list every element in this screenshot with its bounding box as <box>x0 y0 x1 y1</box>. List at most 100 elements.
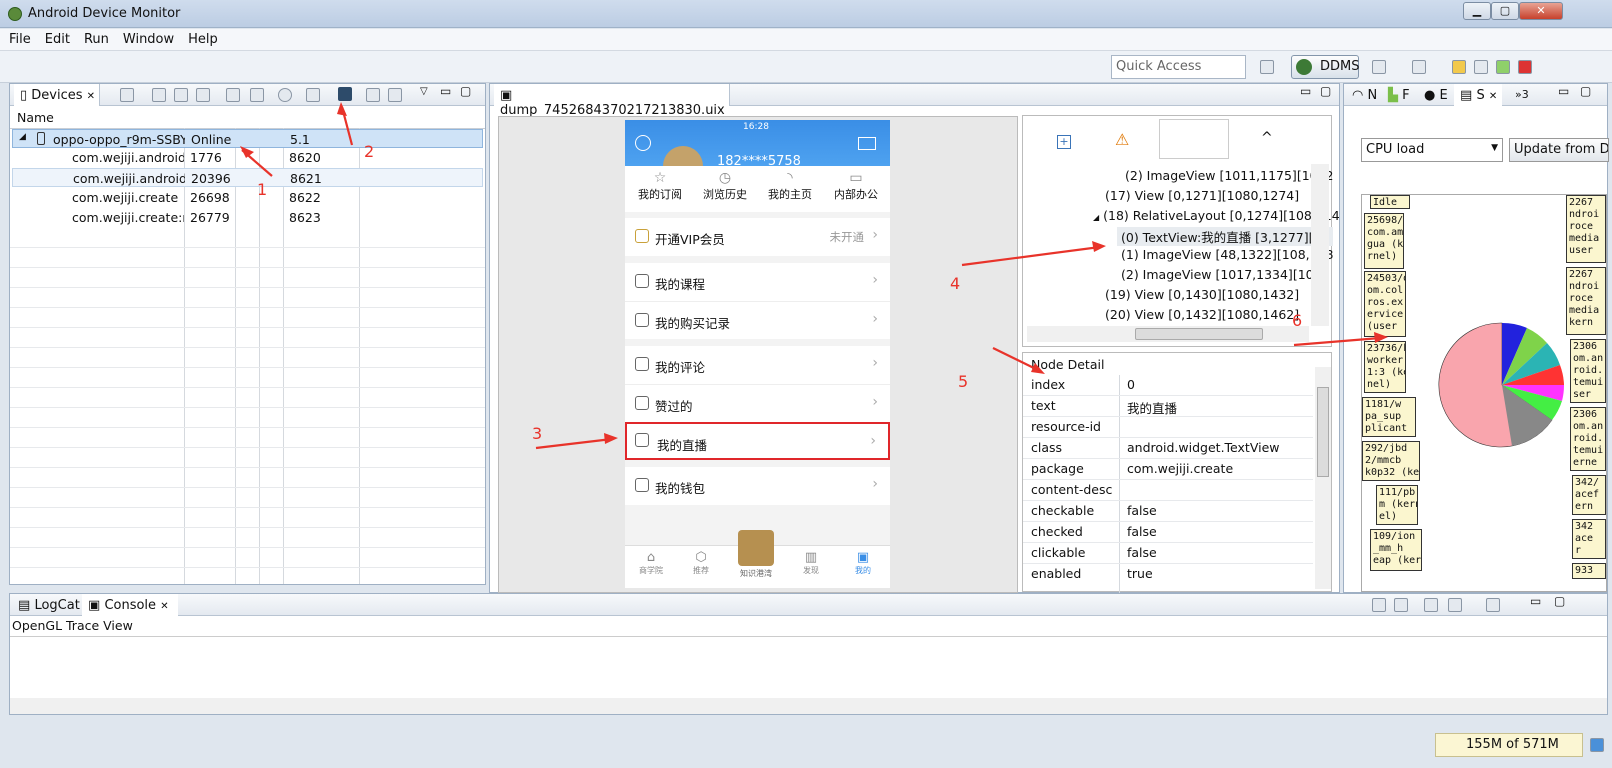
dump-hprof-icon[interactable] <box>174 88 188 102</box>
menu-item-purchases[interactable]: 我的购买记录 › <box>625 301 890 339</box>
close-icon[interactable]: ✕ <box>160 601 168 612</box>
threads-icon[interactable] <box>226 88 240 102</box>
tab-logcat[interactable]: ▤ LogCat <box>12 594 80 613</box>
tree-node[interactable]: (20) View [0,1432][1080,1462] <box>1105 307 1299 322</box>
menu-run[interactable]: Run <box>75 29 114 47</box>
toolbar-action-icon[interactable] <box>1372 60 1386 74</box>
device-row[interactable]: ◢ oppo-oppo_r9m-SSBY2 Online 5.1 <box>12 129 483 148</box>
settings-icon[interactable] <box>635 135 651 151</box>
client-row[interactable]: com.wejiji.android.b 20396 8621 <box>12 168 483 187</box>
collapse-icon[interactable]: ◢ <box>1093 213 1099 222</box>
tree-vertical-scrollbar[interactable] <box>1311 164 1329 326</box>
tree-node-selected[interactable]: (0) TextView:我的直播 [3,1277][10 <box>1117 227 1334 246</box>
expand-all-icon[interactable]: + <box>1057 135 1071 149</box>
shortcut-office[interactable]: ▭ 内部办公 <box>828 170 884 202</box>
detail-value[interactable]: 0 <box>1127 377 1135 392</box>
display-console-icon[interactable] <box>1448 598 1462 612</box>
shortcut-homepage[interactable]: ◝ 我的主页 <box>765 170 815 202</box>
maximize-view-icon[interactable]: ▢ <box>1320 84 1331 98</box>
scroll-thumb[interactable] <box>1317 387 1329 477</box>
maximize-view-icon[interactable]: ▢ <box>460 84 471 98</box>
detail-value[interactable]: android.widget.TextView <box>1127 440 1279 455</box>
tree-node[interactable]: (1) ImageView [48,1322][108,138 <box>1121 247 1333 262</box>
memory-status[interactable]: 155M of 571M <box>1435 733 1583 757</box>
phone-screenshot[interactable]: 16:28 182****5758 ☆ 我的订阅 ◷ 浏览历史 ◝ 我的主页 ▭ 内部办… <box>625 120 890 588</box>
detail-value[interactable]: false <box>1127 524 1157 539</box>
tab-system-info[interactable]: ▤ S ✕ <box>1454 84 1502 106</box>
tree-node[interactable]: (2) ImageView [1011,1175][1032 <box>1125 168 1334 183</box>
menu-item-wallet[interactable]: 我的钱包 › <box>625 467 890 505</box>
detail-value[interactable]: false <box>1127 503 1157 518</box>
tab-emulator[interactable]: ● E <box>1418 84 1448 103</box>
tab-file-explorer[interactable]: ▙ F <box>1382 84 1410 103</box>
nav-recommend[interactable]: ⬡ 推荐 <box>681 550 721 576</box>
view-menu-icon[interactable]: ▽ <box>420 86 428 97</box>
mail-icon[interactable] <box>858 137 876 150</box>
dump-tab[interactable]: ▣ dump_7452684370217213830.uix ✕ <box>494 84 730 132</box>
menu-item-comments[interactable]: 我的评论 › <box>625 346 890 384</box>
clear-console-icon[interactable] <box>1372 598 1386 612</box>
collapse-icon[interactable]: ◢ <box>19 132 26 142</box>
gc-icon[interactable] <box>196 88 210 102</box>
menu-window[interactable]: Window <box>114 29 179 47</box>
quick-access-input[interactable]: Quick Access <box>1111 55 1246 79</box>
minimize-view-icon[interactable]: ▭ <box>1558 84 1569 98</box>
menu-item-courses[interactable]: 我的课程 › <box>625 263 890 301</box>
shortcut-history[interactable]: ◷ 浏览历史 <box>700 170 750 202</box>
detail-scrollbar[interactable] <box>1315 367 1331 589</box>
detail-value[interactable]: false <box>1127 545 1157 560</box>
menu-item-live[interactable]: 我的直播 › <box>625 422 890 460</box>
maximize-view-icon[interactable]: ▢ <box>1580 84 1591 98</box>
close-icon[interactable]: ✕ <box>1489 91 1497 102</box>
dump-ui-hierarchy-icon[interactable] <box>338 87 352 101</box>
nav-mine[interactable]: ▣ 我的 <box>843 550 883 576</box>
vip-row[interactable]: 开通VIP会员 未开通 › <box>625 218 890 256</box>
warning-icon[interactable]: ⚠ <box>1115 130 1129 149</box>
close-button[interactable]: ✕ <box>1519 2 1563 20</box>
open-console-icon[interactable] <box>1486 598 1500 612</box>
tree-node[interactable]: (19) View [0,1430][1080,1432] <box>1105 287 1299 302</box>
stop-icon[interactable] <box>278 88 292 102</box>
chevron-up-icon[interactable]: ^ <box>1261 130 1273 146</box>
nav-discover[interactable]: ▥ 发现 <box>791 550 831 576</box>
opengl-trace-icon[interactable] <box>388 88 402 102</box>
back-icon[interactable] <box>1452 60 1466 74</box>
nav-knowledge[interactable]: 知识港湾 <box>728 530 784 579</box>
trash-icon[interactable] <box>1590 738 1604 752</box>
detail-value[interactable]: true <box>1127 566 1153 581</box>
maximize-button[interactable]: ▢ <box>1491 2 1519 20</box>
update-from-device-button[interactable]: Update from D <box>1509 138 1609 162</box>
tree-node[interactable]: (17) View [0,1271][1080,1274] <box>1105 188 1299 203</box>
close-icon[interactable]: ✕ <box>87 91 95 102</box>
cpu-load-select[interactable]: CPU load ▼ <box>1361 138 1503 162</box>
minimize-view-icon[interactable]: ▭ <box>440 84 451 98</box>
tab-network[interactable]: ◠ N <box>1346 84 1377 103</box>
more-tabs[interactable]: »3 <box>1509 84 1529 101</box>
menu-item-liked[interactable]: 赞过的 › <box>625 384 890 422</box>
shortcut-subscriptions[interactable]: ☆ 我的订阅 <box>635 170 685 202</box>
console-horizontal-scrollbar[interactable] <box>10 698 1607 714</box>
screen-capture-icon[interactable] <box>306 88 320 102</box>
tree-node[interactable]: (2) ImageView [1017,1334][1038 <box>1121 267 1330 282</box>
record-icon[interactable] <box>1518 60 1532 74</box>
systrace-icon[interactable] <box>366 88 380 102</box>
minimize-button[interactable]: ▁ <box>1463 2 1491 20</box>
nav-business[interactable]: ⌂ 商学院 <box>631 550 671 576</box>
minimize-view-icon[interactable]: ▭ <box>1530 594 1541 608</box>
debug-icon[interactable] <box>120 88 134 102</box>
scroll-lock-icon[interactable] <box>1394 598 1408 612</box>
pin-console-icon[interactable] <box>1424 598 1438 612</box>
method-profiling-icon[interactable] <box>250 88 264 102</box>
devices-tab[interactable]: ▯ Devices ✕ <box>14 84 100 106</box>
menu-file[interactable]: File <box>0 29 36 47</box>
menu-edit[interactable]: Edit <box>36 29 75 47</box>
tree-horizontal-scrollbar[interactable] <box>1027 326 1309 342</box>
scroll-thumb[interactable] <box>1135 328 1263 340</box>
client-row[interactable]: com.wejiji.create:mu 26779 8623 <box>12 208 483 227</box>
save-icon[interactable] <box>1474 60 1488 74</box>
tab-console[interactable]: ▣ Console ✕ <box>82 594 178 616</box>
tree-node[interactable]: ◢ (18) RelativeLayout [0,1274][1080,14 <box>1093 208 1340 223</box>
toggle-view-button[interactable] <box>1159 119 1229 159</box>
heap-icon[interactable] <box>152 88 166 102</box>
toolbar-action-icon[interactable] <box>1412 60 1426 74</box>
